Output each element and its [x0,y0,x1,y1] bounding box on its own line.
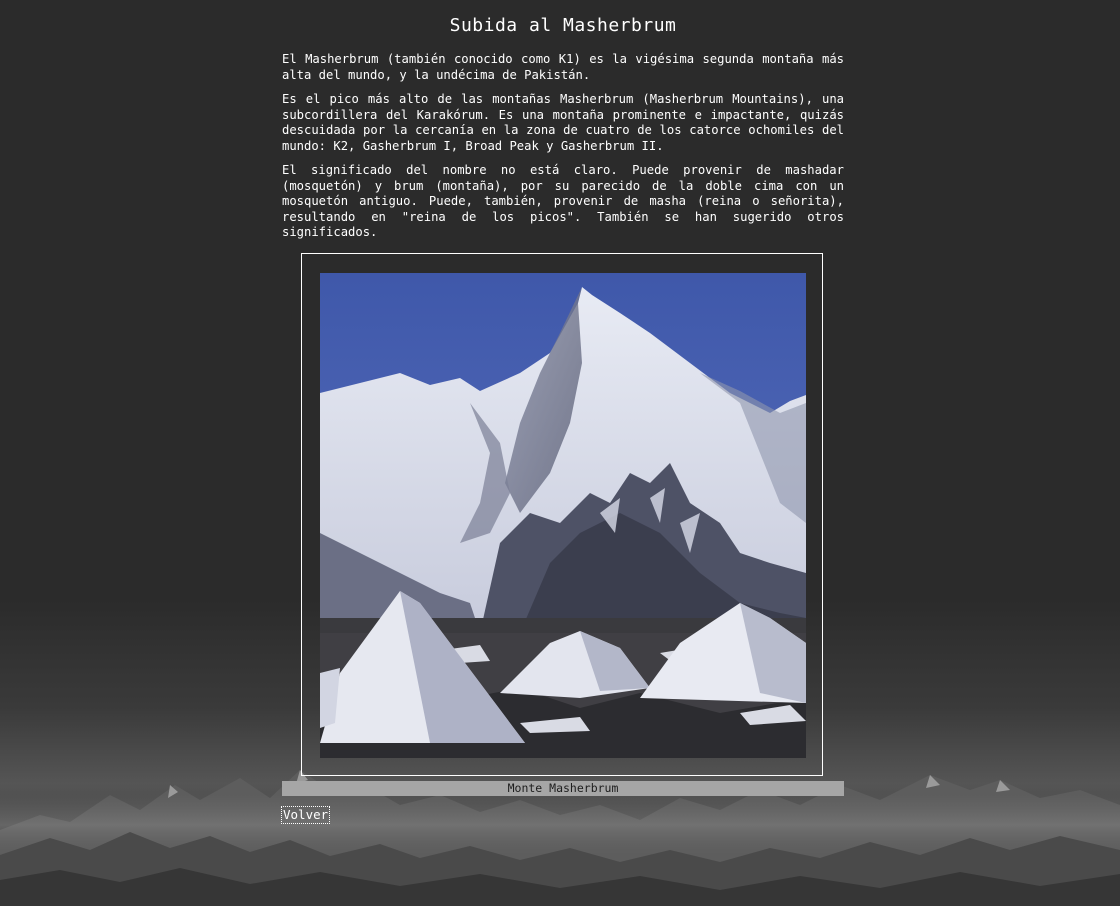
main-content: Subida al Masherbrum El Masherbrum (tamb… [282,0,844,241]
paragraph-intro: El Masherbrum (también conocido como K1)… [282,52,844,82]
photo-caption: Monte Masherbrum [282,781,844,796]
photo-frame [301,253,823,776]
paragraph-name-meaning: El significado del nombre no está claro.… [282,163,844,239]
paragraph-description: Es el pico más alto de las montañas Mash… [282,92,844,153]
page-title: Subida al Masherbrum [449,15,677,36]
masherbrum-photo [320,273,806,758]
back-link[interactable]: Volver [280,806,331,824]
